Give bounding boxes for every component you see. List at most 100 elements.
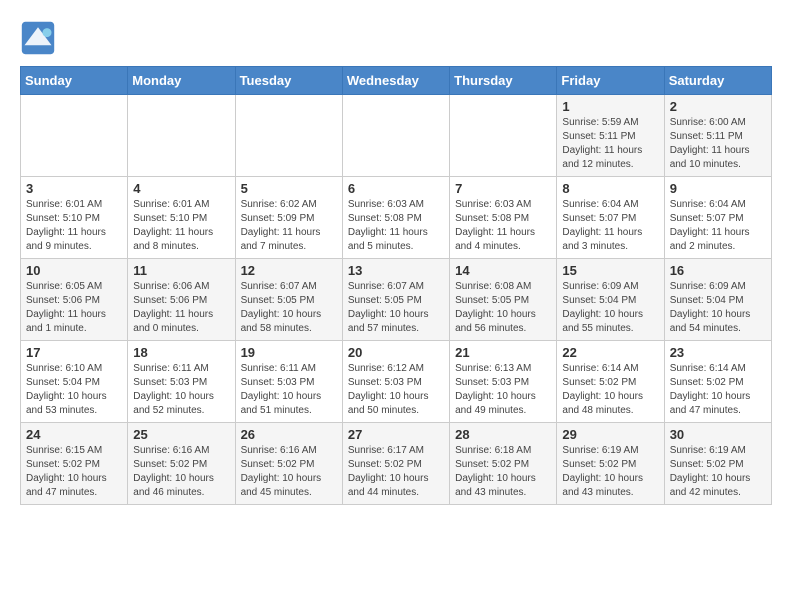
calendar-cell: [235, 95, 342, 177]
day-info: Sunrise: 6:01 AM Sunset: 5:10 PM Dayligh…: [133, 198, 229, 254]
day-info: Sunrise: 6:03 AM Sunset: 5:08 PM Dayligh…: [455, 198, 551, 254]
weekday-header-thursday: Thursday: [450, 67, 557, 95]
day-info: Sunrise: 6:16 AM Sunset: 5:02 PM Dayligh…: [241, 444, 337, 500]
day-number: 4: [133, 181, 229, 196]
calendar-cell: 5 Sunrise: 6:02 AM Sunset: 5:09 PM Daylig…: [235, 177, 342, 259]
calendar-cell: 30 Sunrise: 6:19 AM Sunset: 5:02 PM Dayli…: [664, 423, 771, 505]
day-info: Sunrise: 6:14 AM Sunset: 5:02 PM Dayligh…: [562, 362, 658, 418]
day-info: Sunrise: 6:04 AM Sunset: 5:07 PM Dayligh…: [562, 198, 658, 254]
day-info: Sunrise: 6:10 AM Sunset: 5:04 PM Dayligh…: [26, 362, 122, 418]
day-info: Sunrise: 6:17 AM Sunset: 5:02 PM Dayligh…: [348, 444, 444, 500]
calendar-cell: 24 Sunrise: 6:15 AM Sunset: 5:02 PM Dayli…: [21, 423, 128, 505]
weekday-header-tuesday: Tuesday: [235, 67, 342, 95]
calendar-week-row: 10Sunrise: 6:05 AM Sunset: 5:06 PM Dayli…: [21, 259, 772, 341]
day-number: 30: [670, 427, 766, 442]
day-number: 7: [455, 181, 551, 196]
weekday-header-row: SundayMondayTuesdayWednesdayThursdayFrid…: [21, 67, 772, 95]
day-number: 13: [348, 263, 444, 278]
day-info: Sunrise: 6:11 AM Sunset: 5:03 PM Dayligh…: [241, 362, 337, 418]
day-info: Sunrise: 6:08 AM Sunset: 5:05 PM Dayligh…: [455, 280, 551, 336]
day-number: 19: [241, 345, 337, 360]
day-info: Sunrise: 6:01 AM Sunset: 5:10 PM Dayligh…: [26, 198, 122, 254]
day-number: 18: [133, 345, 229, 360]
calendar-cell: 18 Sunrise: 6:11 AM Sunset: 5:03 PM Dayli…: [128, 341, 235, 423]
calendar-cell: 7 Sunrise: 6:03 AM Sunset: 5:08 PM Daylig…: [450, 177, 557, 259]
day-number: 27: [348, 427, 444, 442]
day-number: 9: [670, 181, 766, 196]
day-number: 8: [562, 181, 658, 196]
weekday-header-monday: Monday: [128, 67, 235, 95]
calendar-cell: 26 Sunrise: 6:16 AM Sunset: 5:02 PM Dayli…: [235, 423, 342, 505]
calendar-cell: 29 Sunrise: 6:19 AM Sunset: 5:02 PM Dayli…: [557, 423, 664, 505]
day-info: Sunrise: 6:09 AM Sunset: 5:04 PM Dayligh…: [562, 280, 658, 336]
day-number: 20: [348, 345, 444, 360]
calendar-cell: 10Sunrise: 6:05 AM Sunset: 5:06 PM Dayli…: [21, 259, 128, 341]
day-info: Sunrise: 6:19 AM Sunset: 5:02 PM Dayligh…: [670, 444, 766, 500]
calendar-cell: 15Sunrise: 6:09 AM Sunset: 5:04 PM Dayli…: [557, 259, 664, 341]
weekday-header-saturday: Saturday: [664, 67, 771, 95]
calendar-cell: 16 Sunrise: 6:09 AM Sunset: 5:04 PM Dayli…: [664, 259, 771, 341]
day-number: 14: [455, 263, 551, 278]
day-number: 21: [455, 345, 551, 360]
calendar-cell: [21, 95, 128, 177]
calendar-cell: 20 Sunrise: 6:12 AM Sunset: 5:03 PM Dayli…: [342, 341, 449, 423]
day-info: Sunrise: 6:12 AM Sunset: 5:03 PM Dayligh…: [348, 362, 444, 418]
calendar-cell: 23 Sunrise: 6:14 AM Sunset: 5:02 PM Dayli…: [664, 341, 771, 423]
day-number: 17: [26, 345, 122, 360]
calendar-cell: 1Sunrise: 5:59 AM Sunset: 5:11 PM Daylig…: [557, 95, 664, 177]
day-info: Sunrise: 6:14 AM Sunset: 5:02 PM Dayligh…: [670, 362, 766, 418]
calendar-cell: 28Sunrise: 6:18 AM Sunset: 5:02 PM Dayli…: [450, 423, 557, 505]
calendar-cell: [450, 95, 557, 177]
calendar-cell: 6 Sunrise: 6:03 AM Sunset: 5:08 PM Daylig…: [342, 177, 449, 259]
day-info: Sunrise: 6:04 AM Sunset: 5:07 PM Dayligh…: [670, 198, 766, 254]
calendar-cell: 17 Sunrise: 6:10 AM Sunset: 5:04 PM Dayli…: [21, 341, 128, 423]
day-number: 16: [670, 263, 766, 278]
day-info: Sunrise: 6:11 AM Sunset: 5:03 PM Dayligh…: [133, 362, 229, 418]
day-info: Sunrise: 6:09 AM Sunset: 5:04 PM Dayligh…: [670, 280, 766, 336]
day-info: Sunrise: 6:07 AM Sunset: 5:05 PM Dayligh…: [348, 280, 444, 336]
day-number: 3: [26, 181, 122, 196]
weekday-header-sunday: Sunday: [21, 67, 128, 95]
day-number: 24: [26, 427, 122, 442]
day-info: Sunrise: 6:03 AM Sunset: 5:08 PM Dayligh…: [348, 198, 444, 254]
day-number: 23: [670, 345, 766, 360]
calendar-cell: 22 Sunrise: 6:14 AM Sunset: 5:02 PM Dayli…: [557, 341, 664, 423]
calendar-cell: 3 Sunrise: 6:01 AM Sunset: 5:10 PM Daylig…: [21, 177, 128, 259]
day-info: Sunrise: 5:59 AM Sunset: 5:11 PM Dayligh…: [562, 116, 658, 172]
calendar-cell: 8 Sunrise: 6:04 AM Sunset: 5:07 PM Daylig…: [557, 177, 664, 259]
calendar-cell: 25Sunrise: 6:16 AM Sunset: 5:02 PM Dayli…: [128, 423, 235, 505]
day-info: Sunrise: 6:15 AM Sunset: 5:02 PM Dayligh…: [26, 444, 122, 500]
calendar-cell: 12Sunrise: 6:07 AM Sunset: 5:05 PM Dayli…: [235, 259, 342, 341]
day-number: 11: [133, 263, 229, 278]
day-number: 5: [241, 181, 337, 196]
logo-icon: [20, 20, 56, 56]
day-info: Sunrise: 6:00 AM Sunset: 5:11 PM Dayligh…: [670, 116, 766, 172]
day-info: Sunrise: 6:02 AM Sunset: 5:09 PM Dayligh…: [241, 198, 337, 254]
day-number: 25: [133, 427, 229, 442]
page-header: [20, 20, 772, 56]
day-number: 6: [348, 181, 444, 196]
calendar-cell: 27 Sunrise: 6:17 AM Sunset: 5:02 PM Dayli…: [342, 423, 449, 505]
calendar-table: SundayMondayTuesdayWednesdayThursdayFrid…: [20, 66, 772, 505]
day-number: 29: [562, 427, 658, 442]
day-number: 26: [241, 427, 337, 442]
calendar-cell: [342, 95, 449, 177]
weekday-header-friday: Friday: [557, 67, 664, 95]
logo: [20, 20, 62, 56]
calendar-week-row: 24 Sunrise: 6:15 AM Sunset: 5:02 PM Dayli…: [21, 423, 772, 505]
calendar-cell: 14 Sunrise: 6:08 AM Sunset: 5:05 PM Dayli…: [450, 259, 557, 341]
calendar-week-row: 1Sunrise: 5:59 AM Sunset: 5:11 PM Daylig…: [21, 95, 772, 177]
calendar-cell: 19 Sunrise: 6:11 AM Sunset: 5:03 PM Dayli…: [235, 341, 342, 423]
day-info: Sunrise: 6:06 AM Sunset: 5:06 PM Dayligh…: [133, 280, 229, 336]
calendar-week-row: 3 Sunrise: 6:01 AM Sunset: 5:10 PM Daylig…: [21, 177, 772, 259]
day-info: Sunrise: 6:19 AM Sunset: 5:02 PM Dayligh…: [562, 444, 658, 500]
calendar-cell: 2Sunrise: 6:00 AM Sunset: 5:11 PM Daylig…: [664, 95, 771, 177]
day-number: 22: [562, 345, 658, 360]
calendar-cell: [128, 95, 235, 177]
calendar-cell: 13 Sunrise: 6:07 AM Sunset: 5:05 PM Dayli…: [342, 259, 449, 341]
calendar-cell: 9 Sunrise: 6:04 AM Sunset: 5:07 PM Daylig…: [664, 177, 771, 259]
day-number: 12: [241, 263, 337, 278]
calendar-cell: 21Sunrise: 6:13 AM Sunset: 5:03 PM Dayli…: [450, 341, 557, 423]
day-number: 28: [455, 427, 551, 442]
day-info: Sunrise: 6:05 AM Sunset: 5:06 PM Dayligh…: [26, 280, 122, 336]
